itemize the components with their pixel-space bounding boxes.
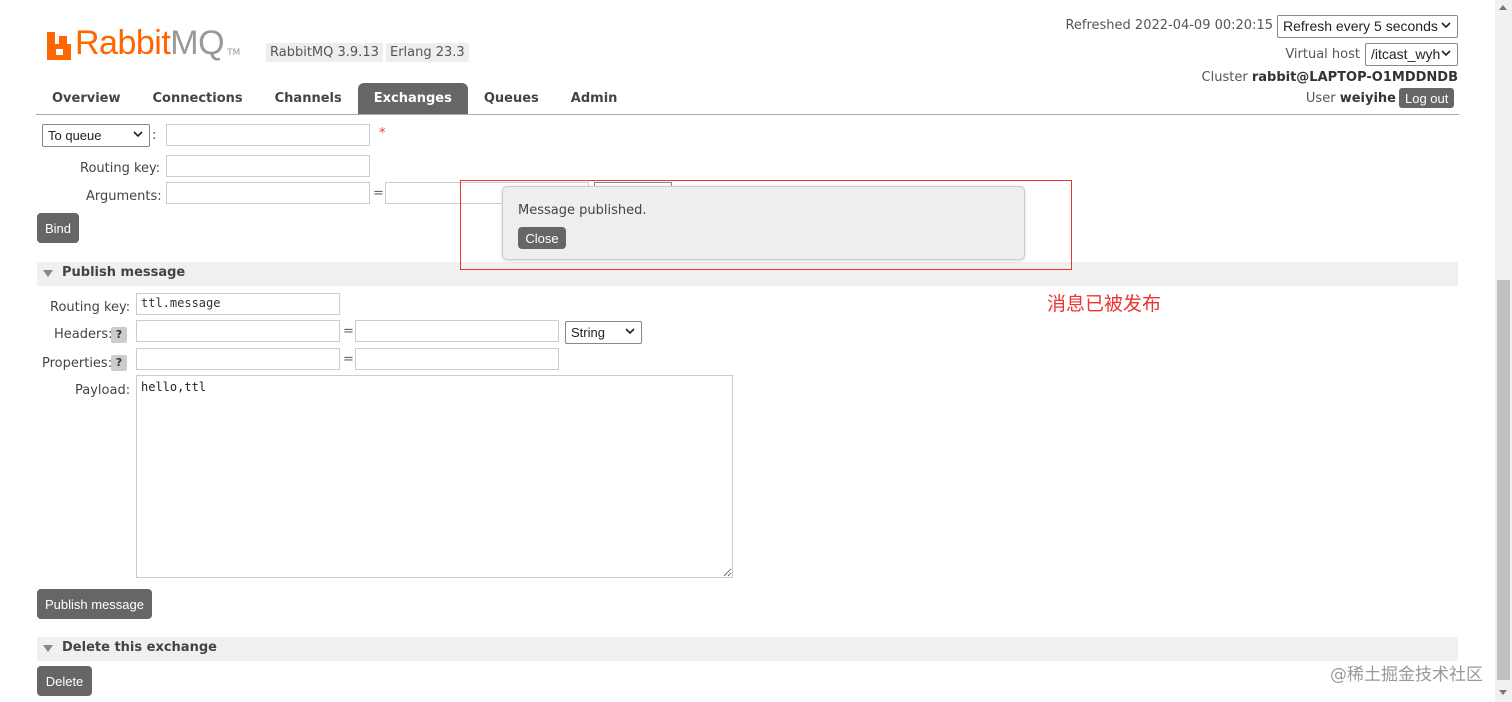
rabbit-logo-icon <box>47 32 71 60</box>
annotation-highlight-box <box>460 180 1072 270</box>
logout-button[interactable]: Log out <box>1399 88 1455 108</box>
chevron-down-icon <box>1441 50 1451 57</box>
tab-admin[interactable]: Admin <box>555 83 634 114</box>
tab-connections[interactable]: Connections <box>137 83 259 114</box>
properties-help-icon[interactable]: ? <box>111 355 127 371</box>
refresh-select[interactable]: Refresh every 5 seconds <box>1277 15 1458 38</box>
vhost-label: Virtual host <box>1285 47 1360 62</box>
annotation-text: 消息已被发布 <box>1047 293 1162 315</box>
tab-exchanges[interactable]: Exchanges <box>357 83 468 114</box>
headers-help-icon[interactable]: ? <box>111 327 127 343</box>
main-tabs: Overview Connections Channels Exchanges … <box>36 83 633 114</box>
rabbitmq-logo: RabbitMQ TM <box>47 24 240 60</box>
property-value-input[interactable] <box>355 348 559 370</box>
watermark: @稀土掘金技术社区 <box>1330 665 1483 685</box>
bind-destination-select[interactable]: To queue <box>42 124 150 147</box>
erlang-badge: Erlang 23.3 <box>386 43 469 62</box>
header-type-select[interactable]: String <box>565 321 642 344</box>
headers-label: Headers: <box>54 327 113 342</box>
refreshed-text: Refreshed 2022-04-09 00:20:15 <box>1065 18 1273 33</box>
logo-text-mq: MQ <box>170 24 225 62</box>
publish-section-title: Publish message <box>62 265 186 280</box>
delete-section-header[interactable]: Delete this exchange <box>37 637 1458 661</box>
version-badge: RabbitMQ 3.9.13 <box>266 43 383 62</box>
chevron-down-icon <box>1441 22 1451 29</box>
colon-separator: : <box>152 128 157 143</box>
collapse-triangle-icon <box>43 270 53 277</box>
cluster-label: Cluster <box>1201 70 1248 85</box>
collapse-triangle-icon <box>43 645 53 652</box>
cluster-info: Cluster rabbit@LAPTOP-O1MDDNDB <box>1202 70 1458 85</box>
logo-trademark: TM <box>227 48 241 58</box>
payload-textarea[interactable] <box>136 375 733 578</box>
scrollbar-thumb[interactable] <box>1497 280 1510 680</box>
tab-queues[interactable]: Queues <box>468 83 555 114</box>
chevron-down-icon <box>625 328 635 335</box>
bind-destination-input[interactable] <box>166 124 370 146</box>
equals-sign: = <box>343 324 354 339</box>
delete-exchange-button[interactable]: Delete <box>37 666 92 696</box>
vhost-select[interactable]: /itcast_wyh <box>1365 43 1458 66</box>
bind-routing-key-label: Routing key: <box>80 161 161 176</box>
publish-routing-key-input[interactable]: ttl.message <box>136 293 340 315</box>
scroll-down-arrow-icon[interactable] <box>1499 690 1507 695</box>
bind-arguments-label: Arguments: <box>86 189 162 204</box>
user-info: User weiyihe <box>1306 91 1396 106</box>
publish-routing-key-label: Routing key: <box>50 300 131 315</box>
header-key-input[interactable] <box>136 320 340 342</box>
tab-divider <box>36 114 1459 115</box>
bind-argument-key-input[interactable] <box>166 182 370 204</box>
user-name: weiyihe <box>1339 91 1396 106</box>
bind-button[interactable]: Bind <box>37 213 79 243</box>
properties-label: Properties: <box>42 356 113 371</box>
tab-overview[interactable]: Overview <box>36 83 137 114</box>
bind-routing-key-input[interactable] <box>166 155 370 177</box>
equals-sign: = <box>343 352 354 367</box>
header-value-input[interactable] <box>355 320 559 342</box>
payload-label: Payload: <box>75 383 131 398</box>
user-label: User <box>1305 91 1336 106</box>
publish-message-button[interactable]: Publish message <box>37 589 152 619</box>
property-key-input[interactable] <box>136 348 340 370</box>
delete-section-title: Delete this exchange <box>62 640 217 655</box>
logo-text-rabbit: Rabbit <box>75 24 171 62</box>
required-mark: * <box>379 126 386 141</box>
equals-sign: = <box>373 186 384 201</box>
tab-channels[interactable]: Channels <box>259 83 358 114</box>
cluster-name: rabbit@LAPTOP-O1MDDNDB <box>1251 70 1458 85</box>
chevron-down-icon <box>133 131 143 138</box>
scroll-up-arrow-icon[interactable] <box>1499 5 1507 10</box>
